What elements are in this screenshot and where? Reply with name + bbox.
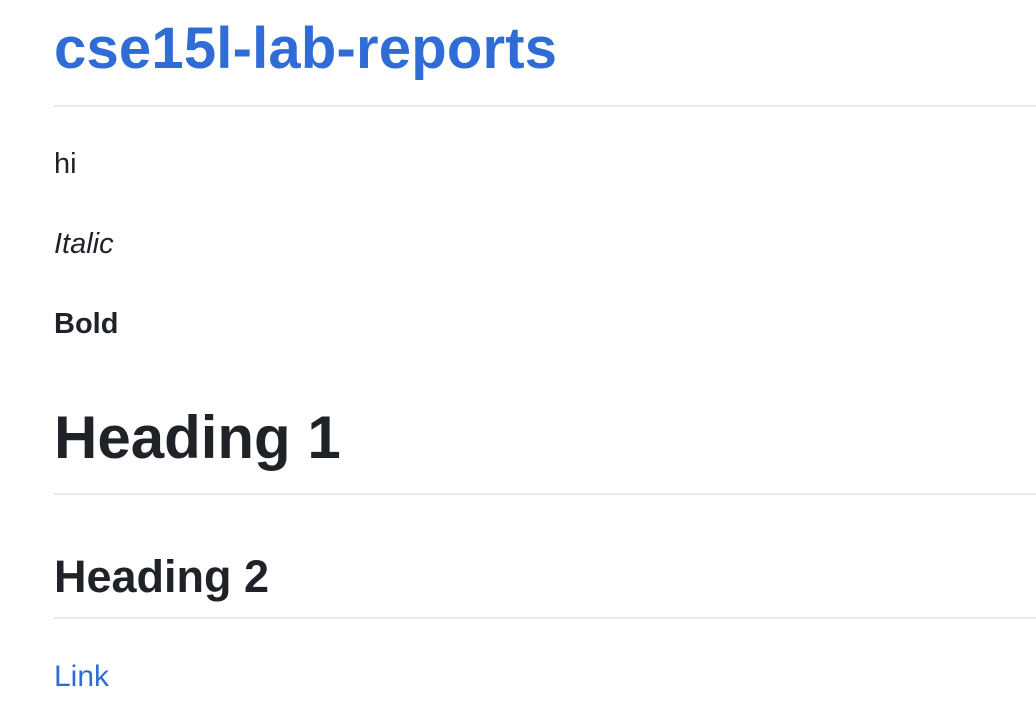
heading-1-divider xyxy=(54,493,1036,495)
paragraph-plain: hi xyxy=(54,148,77,180)
heading-2: Heading 2 xyxy=(54,551,270,602)
site-title-link[interactable]: cse15l-lab-reports xyxy=(54,14,557,84)
title-divider xyxy=(54,105,1036,107)
heading-1: Heading 1 xyxy=(54,404,341,471)
paragraph-bold: Bold xyxy=(54,308,119,340)
heading-2-divider xyxy=(54,617,1036,619)
paragraph-italic: Italic xyxy=(54,228,114,260)
content-link[interactable]: Link xyxy=(54,658,109,696)
page-content: cse15l-lab-reports hi Italic Bold Headin… xyxy=(54,0,1036,708)
